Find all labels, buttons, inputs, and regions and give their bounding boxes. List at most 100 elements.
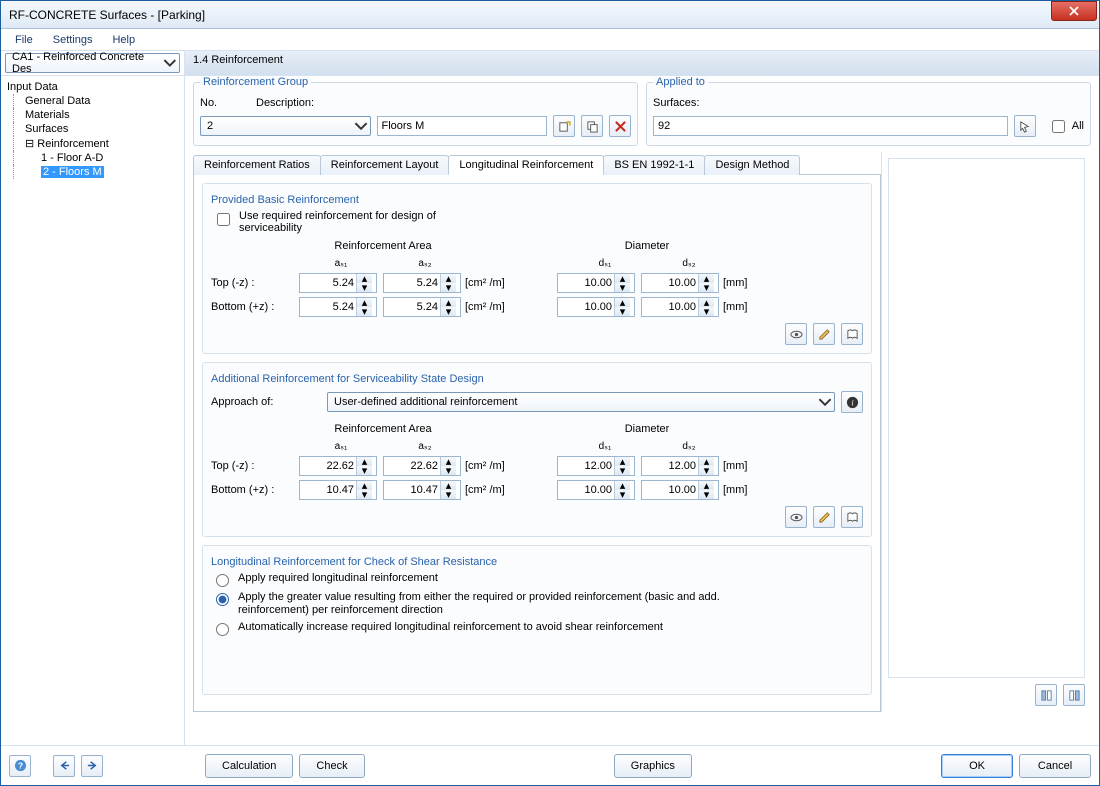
next-button[interactable] — [81, 755, 103, 777]
view-button-2[interactable] — [785, 506, 807, 528]
config-button-2[interactable] — [1063, 684, 1085, 706]
chevron-down-icon — [354, 119, 368, 133]
check-button[interactable]: Check — [299, 754, 364, 778]
p2-top-ds1[interactable]: ▴▾ — [557, 456, 635, 476]
calculation-button[interactable]: Calculation — [205, 754, 293, 778]
p2-top-ds2[interactable]: ▴▾ — [641, 456, 719, 476]
tab-reinf-layout[interactable]: Reinforcement Layout — [320, 155, 450, 175]
tab-bs-en[interactable]: BS EN 1992-1-1 — [603, 155, 705, 175]
p2-top-as1[interactable]: ▴▾ — [299, 456, 377, 476]
menu-file[interactable]: File — [7, 32, 41, 48]
tree-reinforcement[interactable]: ⊟ Reinforcement — [5, 136, 180, 151]
no-select[interactable]: 2 — [200, 116, 371, 136]
tab-design-method[interactable]: Design Method — [704, 155, 800, 175]
prev-button[interactable] — [53, 755, 75, 777]
no-value: 2 — [207, 120, 213, 132]
preview-area — [888, 158, 1085, 678]
p1-bot-ds1[interactable]: ▴▾ — [557, 297, 635, 317]
info-icon: i — [846, 396, 859, 409]
tree-materials[interactable]: Materials — [5, 108, 180, 122]
all-checkbox-wrap[interactable]: All — [1048, 117, 1084, 136]
config2-icon — [1068, 689, 1081, 702]
next-icon — [86, 759, 99, 772]
radio-opt1-label: Apply required longitudinal reinforcemen… — [238, 572, 438, 585]
edit-button-2[interactable] — [813, 506, 835, 528]
use-required-checkbox[interactable] — [217, 213, 230, 226]
tabs: Reinforcement Ratios Reinforcement Layou… — [193, 154, 881, 175]
chevron-down-icon — [163, 56, 177, 70]
legend-applied-to: Applied to — [653, 76, 708, 88]
all-checkbox[interactable] — [1052, 120, 1065, 133]
chevron-down-icon — [818, 395, 832, 409]
tree-general-data[interactable]: General Data — [5, 94, 180, 108]
panel-additional-reinforcement: Additional Reinforcement for Serviceabil… — [202, 362, 872, 537]
panel-basic-reinforcement: Provided Basic Reinforcement Use require… — [202, 183, 872, 354]
config-button-1[interactable] — [1035, 684, 1057, 706]
case-selector-value: CA1 - Reinforced Concrete Des — [12, 51, 163, 75]
radio-opt3[interactable] — [216, 623, 229, 636]
top-label: Top (-z) : — [211, 277, 299, 289]
p1-bot-as2[interactable]: ▴▾ — [383, 297, 461, 317]
ds2-header: dₛ₂ — [647, 258, 731, 269]
tab-longitudinal[interactable]: Longitudinal Reinforcement — [448, 155, 604, 175]
tab-reinf-ratios[interactable]: Reinforcement Ratios — [193, 155, 321, 175]
pick-surfaces-button[interactable] — [1014, 115, 1036, 137]
edit-button[interactable] — [813, 323, 835, 345]
close-button[interactable] — [1051, 1, 1097, 21]
case-selector[interactable]: CA1 - Reinforced Concrete Des — [5, 53, 180, 73]
p2-bot-as1[interactable]: ▴▾ — [299, 480, 377, 500]
titlebar: RF-CONCRETE Surfaces - [Parking] — [1, 1, 1099, 29]
tabpanel: Provided Basic Reinforcement Use require… — [193, 175, 881, 712]
p2-top-as2[interactable]: ▴▾ — [383, 456, 461, 476]
help-button[interactable]: ? — [9, 755, 31, 777]
surfaces-input[interactable] — [653, 116, 1008, 136]
p1-top-as2[interactable]: ▴▾ — [383, 273, 461, 293]
help-icon: ? — [14, 759, 27, 772]
no-label: No. — [200, 97, 250, 109]
radio-opt1[interactable] — [216, 574, 229, 587]
menubar: File Settings Help — [1, 29, 1099, 51]
p2-bot-ds1[interactable]: ▴▾ — [557, 480, 635, 500]
cancel-button[interactable]: Cancel — [1019, 754, 1091, 778]
p2-bot-ds2[interactable]: ▴▾ — [641, 480, 719, 500]
radio-opt2[interactable] — [216, 593, 229, 606]
svg-text:?: ? — [17, 760, 22, 770]
pick-icon — [1018, 120, 1031, 133]
library-button[interactable] — [841, 323, 863, 345]
config1-icon — [1040, 689, 1053, 702]
nav-tree[interactable]: Input Data General Data Materials Surfac… — [1, 76, 185, 745]
graphics-button[interactable]: Graphics — [614, 754, 692, 778]
menu-settings[interactable]: Settings — [45, 32, 101, 48]
description-input[interactable] — [377, 116, 548, 136]
unit-dia: [mm] — [719, 277, 767, 289]
group-applied-to: Applied to Surfaces: All — [646, 82, 1091, 146]
bottom-bar: ? Calculation Check Graphics OK Cancel — [1, 745, 1099, 785]
view-button[interactable] — [785, 323, 807, 345]
library-button-2[interactable] — [841, 506, 863, 528]
p1-bot-as1[interactable]: ▴▾ — [299, 297, 377, 317]
copy-group-button[interactable] — [581, 115, 603, 137]
info-button[interactable]: i — [841, 391, 863, 413]
menu-help[interactable]: Help — [104, 32, 143, 48]
radio-opt2-label: Apply the greater value resulting from e… — [238, 591, 758, 617]
tree-surfaces[interactable]: Surfaces — [5, 122, 180, 136]
p1-top-as1[interactable]: ▴▾ — [299, 273, 377, 293]
p2-bot-as2[interactable]: ▴▾ — [383, 480, 461, 500]
new-icon — [558, 120, 571, 133]
library-icon — [846, 511, 859, 524]
new-group-button[interactable] — [553, 115, 575, 137]
prev-icon — [58, 759, 71, 772]
body: Input Data General Data Materials Surfac… — [1, 76, 1099, 745]
p1-bot-ds2[interactable]: ▴▾ — [641, 297, 719, 317]
close-icon — [1069, 6, 1079, 16]
p1-top-ds2[interactable]: ▴▾ — [641, 273, 719, 293]
tree-floors-m[interactable]: 2 - Floors M — [5, 165, 180, 179]
delete-group-button[interactable] — [609, 115, 631, 137]
approach-select[interactable]: User-defined additional reinforcement — [327, 392, 835, 412]
tree-floor-ad[interactable]: 1 - Floor A-D — [5, 151, 180, 165]
tree-input-data[interactable]: Input Data — [5, 80, 180, 94]
use-required-label: Use required reinforcement for design of… — [239, 210, 479, 234]
p1-top-ds1[interactable]: ▴▾ — [557, 273, 635, 293]
edit-icon — [818, 511, 831, 524]
ok-button[interactable]: OK — [941, 754, 1013, 778]
